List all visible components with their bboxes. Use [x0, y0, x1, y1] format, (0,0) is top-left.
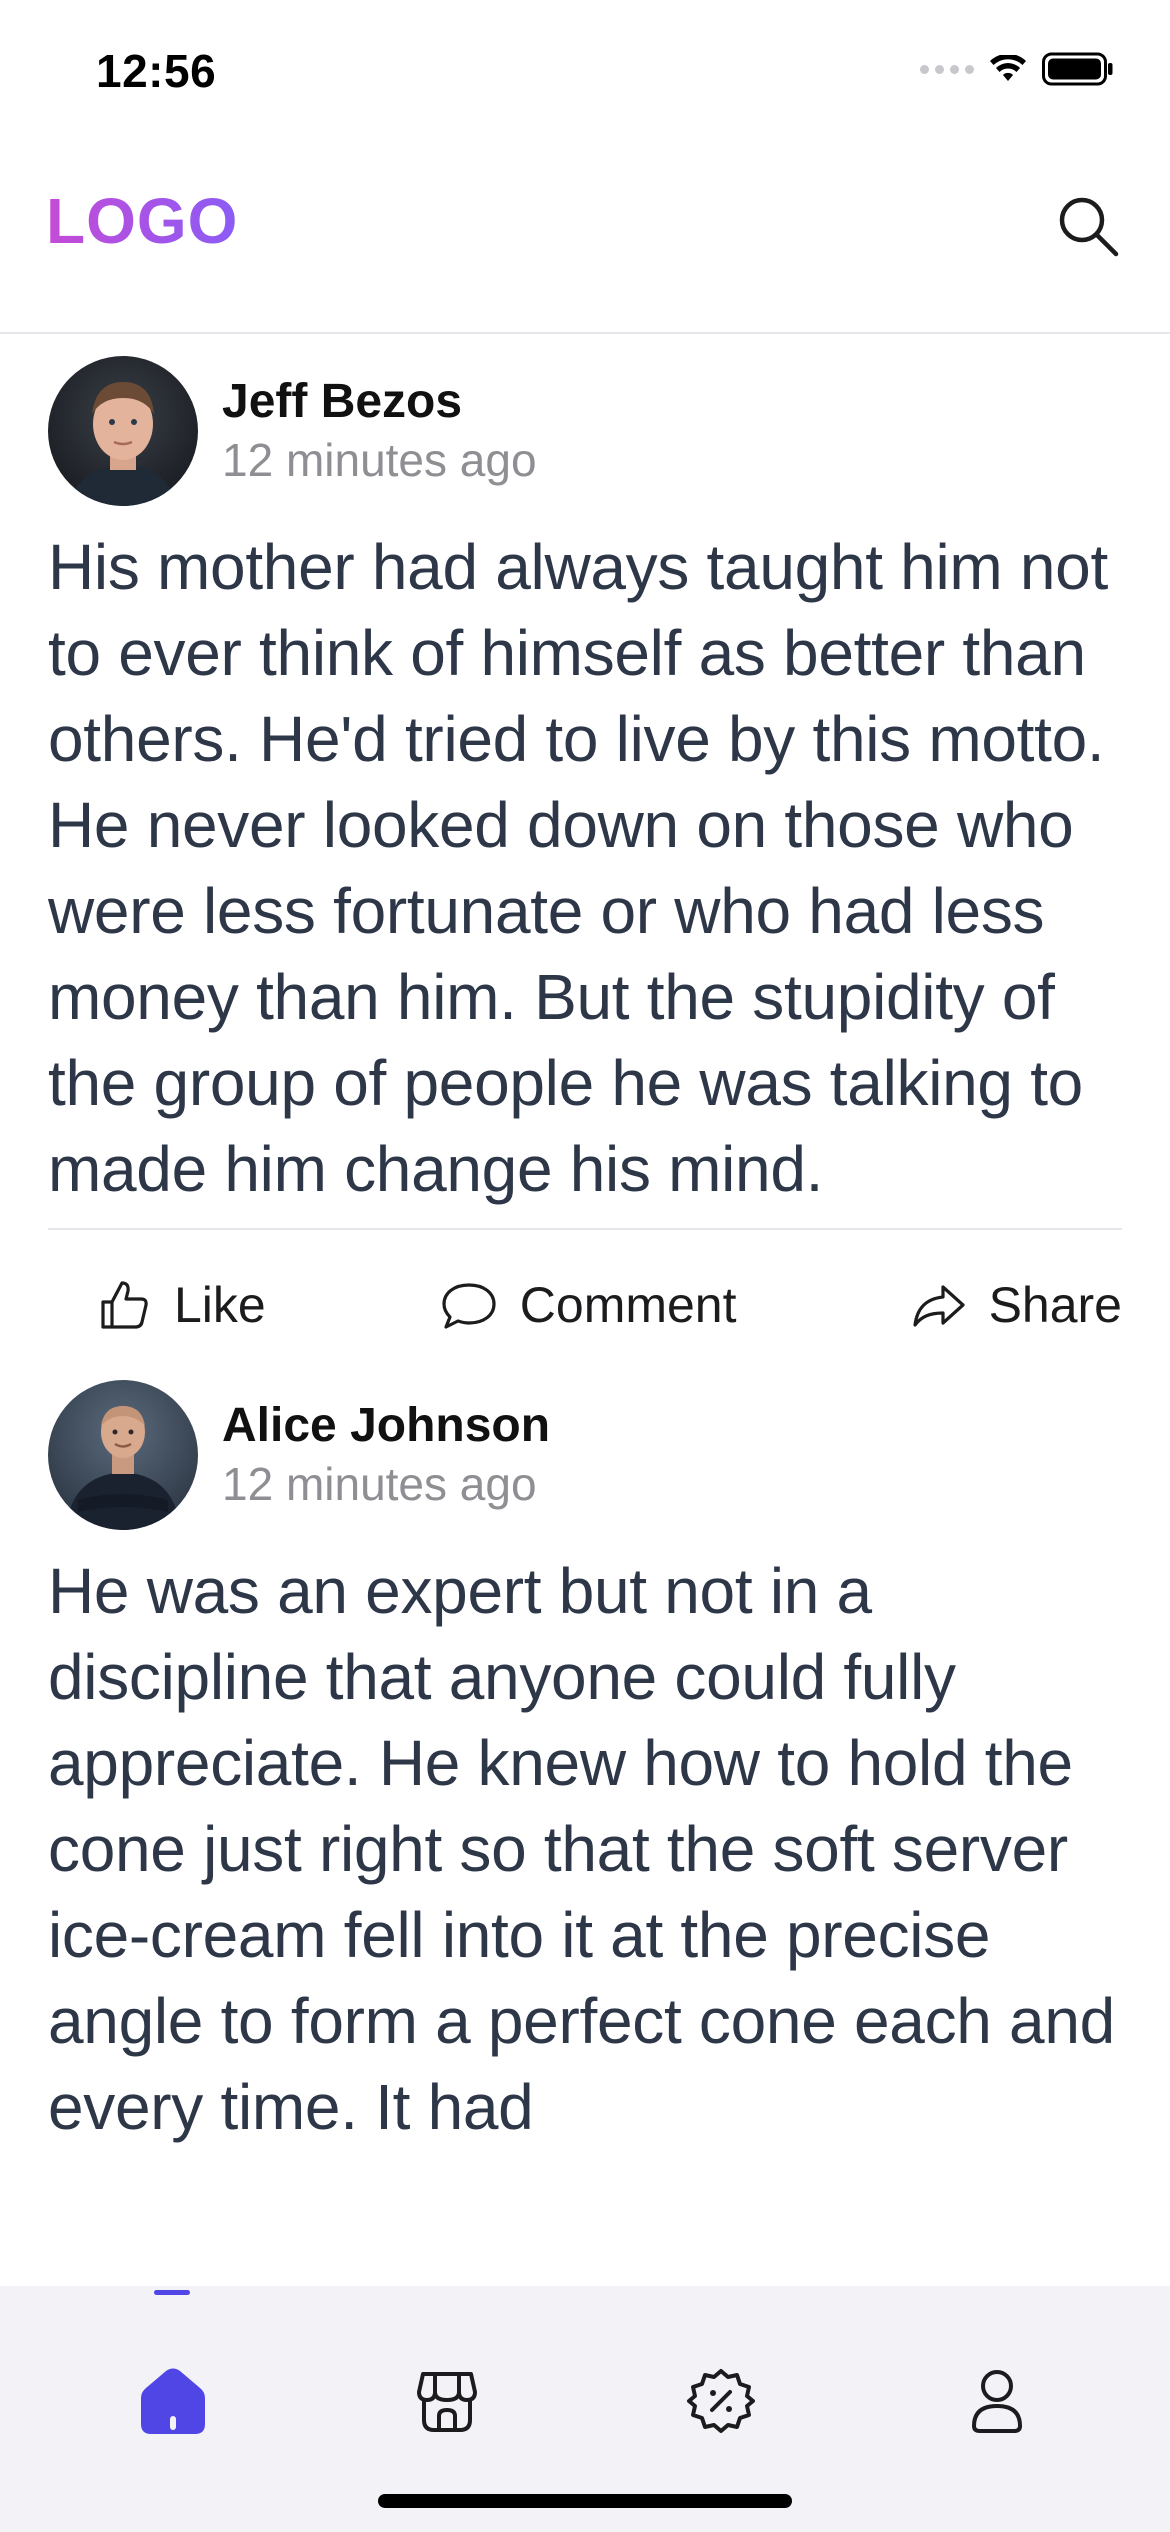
- discount-badge-icon: [687, 2369, 755, 2433]
- wifi-icon: [990, 55, 1026, 81]
- status-icons: [920, 52, 1114, 86]
- avatar[interactable]: [48, 356, 198, 506]
- search-button[interactable]: [1050, 188, 1126, 264]
- thumbs-up-icon: [101, 1281, 148, 1329]
- author-name[interactable]: Jeff Bezos: [222, 373, 537, 431]
- store-icon: [417, 2372, 477, 2432]
- active-tab-indicator: [154, 2290, 190, 2295]
- app-header: LOGO: [0, 140, 1170, 334]
- share-arrow-icon: [912, 1285, 965, 1327]
- tab-home[interactable]: [118, 2346, 228, 2456]
- share-label: Share: [988, 1277, 1122, 1333]
- post-card: Jeff Bezos 12 minutes ago His mother had…: [0, 336, 1170, 1230]
- post-time: 12 minutes ago: [222, 434, 537, 486]
- like-button[interactable]: Like: [96, 1276, 266, 1334]
- post-header: Jeff Bezos 12 minutes ago: [48, 356, 1122, 506]
- share-button[interactable]: Share: [911, 1276, 1122, 1334]
- app-logo[interactable]: LOGO: [46, 184, 238, 258]
- post-text: He was an expert but not in a discipline…: [48, 1555, 1115, 2143]
- tab-profile[interactable]: [942, 2346, 1052, 2456]
- comment-button[interactable]: Comment: [440, 1276, 737, 1334]
- status-time: 12:56: [96, 45, 217, 97]
- author-name[interactable]: Alice Johnson: [222, 1397, 550, 1455]
- tab-offers[interactable]: [666, 2346, 776, 2456]
- post-text: His mother had always taught him not to …: [48, 531, 1108, 1205]
- avatar[interactable]: [48, 1380, 198, 1530]
- post-actions: Like Comment Share: [0, 1230, 1170, 1380]
- status-bar: 12:56: [0, 0, 1170, 140]
- author-info: Jeff Bezos 12 minutes ago: [222, 373, 537, 489]
- comment-label: Comment: [519, 1277, 737, 1333]
- post-feed: Jeff Bezos 12 minutes ago His mother had…: [0, 336, 1170, 2262]
- post-header: Alice Johnson 12 minutes ago: [48, 1380, 1122, 1530]
- like-label: Like: [174, 1277, 266, 1333]
- cellular-signal-icon: [920, 64, 974, 74]
- app-screen: 12:56 LOGO Jeff Bezos 12 minutes ago His…: [0, 0, 1170, 2532]
- home-icon: [141, 2368, 205, 2434]
- author-info: Alice Johnson 12 minutes ago: [222, 1397, 550, 1513]
- battery-icon: [1042, 52, 1113, 86]
- profile-icon: [972, 2370, 1022, 2433]
- search-icon: [1059, 197, 1119, 257]
- tab-store[interactable]: [392, 2346, 502, 2456]
- post-card: Alice Johnson 12 minutes ago He was an e…: [0, 1380, 1170, 2150]
- home-indicator: [378, 2494, 792, 2508]
- comment-icon: [442, 1283, 496, 1329]
- post-time: 12 minutes ago: [222, 1458, 537, 1510]
